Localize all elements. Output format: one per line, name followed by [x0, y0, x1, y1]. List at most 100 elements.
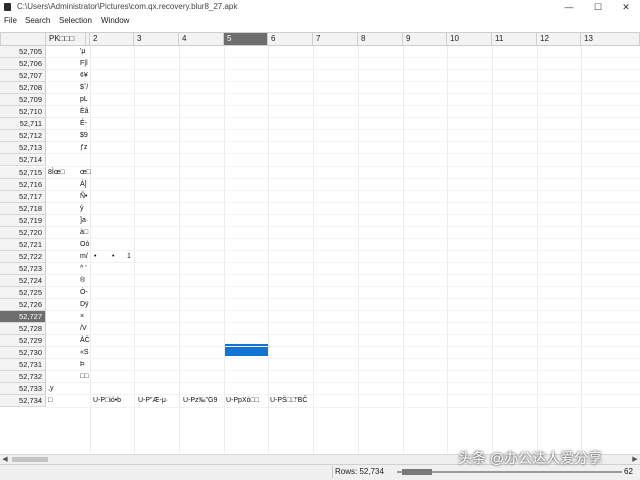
- cell-value[interactable]: /V: [80, 323, 87, 334]
- menu-search[interactable]: Search: [25, 16, 50, 25]
- row-header[interactable]: 52,712: [0, 130, 46, 143]
- row-header[interactable]: 52,725: [0, 287, 46, 299]
- row-header[interactable]: 52,722: [0, 250, 46, 263]
- row-header[interactable]: 52,733: [0, 383, 46, 396]
- row-header[interactable]: 52,710: [0, 106, 46, 119]
- column-header[interactable]: 6: [268, 32, 313, 46]
- row-header[interactable]: 52,706: [0, 58, 46, 71]
- cell-value[interactable]: ,y: [48, 383, 53, 394]
- cell-value[interactable]: ¢¥: [80, 70, 88, 81]
- cell-value[interactable]: •: [112, 251, 114, 262]
- cell-value[interactable]: Ñ•: [80, 191, 88, 202]
- row-header[interactable]: 52,726: [0, 299, 46, 312]
- scroll-left-icon[interactable]: ◀: [0, 455, 10, 464]
- menu-file[interactable]: File: [4, 16, 17, 25]
- cell-value[interactable]: «S: [80, 347, 89, 358]
- column-header[interactable]: 12: [537, 32, 581, 46]
- column-header[interactable]: 9: [403, 32, 447, 46]
- row-header[interactable]: 52,731: [0, 359, 46, 372]
- cell-value[interactable]: ƒz: [80, 142, 87, 153]
- grid-line: [46, 129, 640, 131]
- row-header[interactable]: 52,711: [0, 118, 46, 131]
- cell-value[interactable]: Ò-: [80, 287, 88, 298]
- column-header[interactable]: 13: [581, 32, 640, 46]
- cell-value[interactable]: ý: [80, 203, 84, 214]
- cell-value[interactable]: Þ: [80, 359, 85, 370]
- row-header[interactable]: 52,718: [0, 202, 46, 215]
- row-header[interactable]: 52,716: [0, 178, 46, 191]
- minimize-button[interactable]: —: [555, 0, 583, 14]
- row-header[interactable]: 52,713: [0, 142, 46, 155]
- cell-value[interactable]: À]: [80, 179, 87, 190]
- column-header[interactable]: 7: [313, 32, 358, 46]
- cell-value[interactable]: à□: [80, 227, 88, 238]
- column-header[interactable]: 10: [447, 32, 492, 46]
- menu-window[interactable]: Window: [101, 16, 129, 25]
- row-header[interactable]: 52,714: [0, 154, 46, 167]
- row-header[interactable]: 52,734: [0, 395, 46, 408]
- column-header[interactable]: 2: [90, 32, 134, 46]
- column-header[interactable]: 8: [358, 32, 403, 46]
- row-header[interactable]: 52,721: [0, 238, 46, 251]
- cell-value[interactable]: Oò: [80, 239, 89, 250]
- data-grid[interactable]: PK□□□ □ 2345678910111213 52,705 'μ 52,706 F|l 5…: [0, 32, 640, 453]
- column-header[interactable]: 3: [134, 32, 179, 46]
- grid-corner[interactable]: [0, 32, 46, 46]
- cell-value[interactable]: F|l: [80, 58, 88, 69]
- row-header[interactable]: 52,727: [0, 311, 46, 324]
- cell-value[interactable]: $9: [80, 130, 88, 141]
- row-header[interactable]: 52,709: [0, 94, 46, 107]
- menu-selection[interactable]: Selection: [59, 16, 92, 25]
- cell-value[interactable]: É-: [80, 118, 87, 129]
- row-header[interactable]: 52,715: [0, 166, 46, 179]
- cell-value[interactable]: U-PŠ□□"BČ: [270, 395, 307, 406]
- cell-value[interactable]: ]a·: [80, 215, 88, 226]
- row-header[interactable]: 52,723: [0, 262, 46, 275]
- scroll-right-icon[interactable]: ▶: [630, 455, 640, 464]
- cell-value[interactable]: U-P□ió•b: [93, 395, 121, 406]
- row-header[interactable]: 52,732: [0, 371, 46, 384]
- row-header[interactable]: 52,720: [0, 226, 46, 239]
- cell-value[interactable]: 'μ: [80, 46, 85, 57]
- cell-value[interactable]: U-PpXó□□: [226, 395, 259, 406]
- cell-value[interactable]: ×: [80, 311, 84, 322]
- zoom-slider-thumb[interactable]: [402, 469, 432, 475]
- cell-value[interactable]: 1: [127, 251, 131, 262]
- cell-value[interactable]: □□: [80, 371, 88, 382]
- grid-line: [46, 225, 640, 227]
- cell-value[interactable]: ^ ': [80, 263, 87, 274]
- row-header[interactable]: 52,717: [0, 190, 46, 203]
- column-header[interactable]: 11: [492, 32, 537, 46]
- row-header[interactable]: 52,708: [0, 82, 46, 95]
- row-header[interactable]: 52,705: [0, 46, 46, 58]
- column-header[interactable]: 4: [179, 32, 224, 46]
- row-header[interactable]: 52,707: [0, 70, 46, 83]
- cell-value[interactable]: ®: [80, 275, 85, 286]
- cell-value[interactable]: U-P"Æ-μ·: [138, 395, 168, 406]
- cell-value[interactable]: 8Ìœ□: [48, 167, 65, 178]
- row-header[interactable]: 52,719: [0, 214, 46, 227]
- grid-line: [46, 117, 640, 119]
- row-header[interactable]: 52,724: [0, 274, 46, 287]
- close-button[interactable]: ✕: [612, 0, 640, 14]
- column-header[interactable]: PK□□□: [46, 32, 86, 46]
- zoom-value: 62: [624, 467, 633, 476]
- cell-value[interactable]: U-Pz‰"G9: [183, 395, 217, 406]
- column-header[interactable]: 5: [224, 32, 268, 46]
- cell-value[interactable]: ÀČ: [80, 335, 90, 346]
- cell-value[interactable]: $ˇ/: [80, 82, 88, 93]
- scroll-thumb[interactable]: [12, 457, 48, 462]
- row-header[interactable]: 52,728: [0, 323, 46, 336]
- document-icon: [4, 3, 11, 11]
- cell-value[interactable]: œ□: [80, 167, 91, 178]
- cell-value[interactable]: Dÿ: [80, 299, 89, 310]
- cell-value[interactable]: m/: [80, 251, 88, 262]
- cell-value[interactable]: □: [48, 395, 52, 406]
- row-header[interactable]: 52,730: [0, 347, 46, 360]
- cell-value[interactable]: Èâ: [80, 106, 89, 117]
- maximize-button[interactable]: ☐: [584, 0, 612, 14]
- row-header[interactable]: 52,729: [0, 335, 46, 348]
- grid-line: [46, 298, 640, 300]
- cell-value[interactable]: •: [94, 251, 96, 262]
- cell-value[interactable]: pL: [80, 94, 88, 105]
